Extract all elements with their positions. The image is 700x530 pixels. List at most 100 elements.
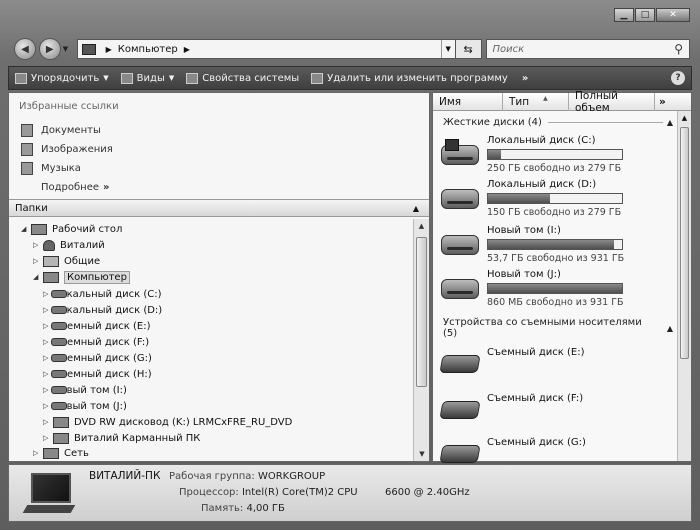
tree-item-drive-j[interactable]: ▷ Новый том (J:) <box>43 398 127 414</box>
favorites-more-label: Подробнее <box>41 182 100 193</box>
tree-item-computer[interactable]: ◢ Компьютер <box>33 269 130 285</box>
chevron-down-icon: ▼ <box>168 74 175 82</box>
scroll-thumb[interactable] <box>416 237 427 387</box>
tree-label: Локальный диск (C:) <box>53 288 162 300</box>
column-type[interactable]: Тип ▲ <box>503 93 569 111</box>
tree-collapsed-icon[interactable]: ▷ <box>33 257 43 265</box>
tree-label: Локальный диск (D:) <box>53 304 163 316</box>
drive-name: Съемный диск (F:) <box>487 393 584 404</box>
drive-item-j[interactable]: Новый том (J:) 860 МБ свободно из 931 ГБ <box>441 269 681 309</box>
favorite-music[interactable]: Музыка <box>21 159 113 178</box>
tree-item-drive-g[interactable]: ▷ Съемный диск (G:) <box>43 350 152 366</box>
drive-usage-bar <box>487 149 623 160</box>
help-icon[interactable]: ? <box>671 71 685 85</box>
search-icon[interactable]: ⚲ <box>674 42 683 56</box>
tree-collapsed-icon[interactable]: ▷ <box>33 241 43 249</box>
tree-item-public[interactable]: ▷ Общие <box>33 253 100 269</box>
search-input[interactable]: Поиск ⚲ <box>485 39 690 59</box>
tree-item-user[interactable]: ▷ Виталий <box>33 237 105 253</box>
maximize-button[interactable]: □ <box>635 8 655 22</box>
scroll-thumb[interactable] <box>680 127 689 359</box>
column-name[interactable]: Имя <box>433 93 503 111</box>
address-bar[interactable]: ▶ Компьютер ▶ ▼ <box>76 39 456 59</box>
breadcrumb-separator-icon[interactable]: ▶ <box>106 45 112 54</box>
tree-label: Съемный диск (G:) <box>53 352 152 364</box>
uninstall-program-button[interactable]: Удалить или изменить программу <box>311 72 508 84</box>
drive-name: Локальный диск (D:) <box>487 179 597 190</box>
group-hard-drives[interactable]: Жесткие диски (4) ▲ <box>443 117 673 128</box>
favorites-more-link[interactable]: Подробнее » <box>41 178 113 197</box>
favorite-pictures[interactable]: Изображения <box>21 140 113 159</box>
content-scrollbar[interactable]: ▲ <box>677 111 691 461</box>
columns-more-button[interactable]: » <box>655 93 675 111</box>
system-drive-icon <box>51 290 67 298</box>
group-divider <box>547 122 663 123</box>
scroll-up-icon[interactable]: ▲ <box>414 219 429 233</box>
tree-item-dvd-k[interactable]: ▷ DVD RW дисковод (K:) LRMCxFRE_RU_DVD <box>43 414 292 430</box>
drive-free-space: 860 МБ свободно из 931 ГБ <box>487 297 624 308</box>
tree-item-desktop[interactable]: ◢ Рабочий стол <box>21 221 122 237</box>
column-total-label: Полный объем <box>575 90 619 114</box>
folders-header[interactable]: Папки ▲ <box>9 199 429 217</box>
chevron-up-icon[interactable]: ▲ <box>667 324 673 333</box>
tree-expanded-icon[interactable]: ◢ <box>33 273 43 281</box>
drive-item-i[interactable]: Новый том (I:) 53,7 ГБ свободно из 931 Г… <box>441 225 681 265</box>
tree-item-drive-c[interactable]: ▷ Локальный диск (C:) <box>43 286 162 302</box>
tree-collapsed-icon[interactable]: ▷ <box>43 434 53 442</box>
navigation-bar: ◀ ▶ ▼ ▶ Компьютер ▶ ▼ ⇆ Поиск ⚲ <box>14 36 690 62</box>
breadcrumb-chevron-icon[interactable]: ▶ <box>184 45 190 54</box>
arrow-right-icon: ▶ <box>45 43 54 55</box>
tree-collapsed-icon[interactable]: ▷ <box>43 418 53 426</box>
column-total-size[interactable]: Полный объем <box>569 90 655 114</box>
tree-item-network[interactable]: ▷ Сеть <box>33 445 89 461</box>
toolbar-more-button[interactable]: » <box>522 73 528 84</box>
documents-icon <box>21 124 33 137</box>
drive-item-d[interactable]: Локальный диск (D:) 150 ГБ свободно из 2… <box>441 179 681 219</box>
tree-expanded-icon[interactable]: ◢ <box>21 225 31 233</box>
tree-label: DVD RW дисковод (K:) LRMCxFRE_RU_DVD <box>74 416 293 428</box>
pocket-pc-icon <box>53 432 69 444</box>
recent-pages-dropdown[interactable]: ▼ <box>63 45 73 53</box>
views-button[interactable]: Виды ▼ <box>120 72 175 84</box>
tree-item-drive-i[interactable]: ▷ Новый том (I:) <box>43 382 127 398</box>
favorite-documents[interactable]: Документы <box>21 121 113 140</box>
removable-drive-icon <box>439 401 481 419</box>
drive-usage-bar <box>487 193 623 204</box>
tree-item-pocket-pc[interactable]: ▷ Виталий Карманный ПК <box>43 430 200 446</box>
dvd-drive-icon <box>53 416 69 428</box>
folder-tree-scrollbar[interactable]: ▲ ▼ <box>413 219 429 461</box>
chevron-up-icon[interactable]: ▲ <box>413 204 419 213</box>
forward-button[interactable]: ▶ <box>38 38 61 60</box>
tree-item-drive-f[interactable]: ▷ Съемный диск (F:) <box>43 334 149 350</box>
system-properties-button[interactable]: Свойства системы <box>186 72 299 84</box>
computer-icon <box>81 43 96 55</box>
drive-usage-bar <box>487 239 623 250</box>
drive-item-c[interactable]: Локальный диск (C:) 250 ГБ свободно из 2… <box>441 135 681 175</box>
close-button[interactable]: ✕ <box>656 8 690 22</box>
chevron-up-icon[interactable]: ▲ <box>667 118 673 127</box>
tree-item-drive-h[interactable]: ▷ Съемный диск (H:) <box>43 366 152 382</box>
removable-item-e[interactable]: Съемный диск (E:) <box>439 347 681 387</box>
details-pane: ВИТАЛИЙ-ПК Рабочая группа: WORKGROUP Про… <box>8 464 692 522</box>
organize-button[interactable]: Упорядочить ▼ <box>15 72 109 84</box>
back-button[interactable]: ◀ <box>14 38 36 60</box>
cpu-model: 6600 @ 2.40GHz <box>385 487 470 498</box>
scroll-down-icon[interactable]: ▼ <box>414 447 430 461</box>
address-dropdown-icon[interactable]: ▼ <box>440 40 455 58</box>
tree-item-drive-e[interactable]: ▷ Съемный диск (E:) <box>43 318 150 334</box>
removable-item-f[interactable]: Съемный диск (F:) <box>439 393 681 433</box>
refresh-button[interactable]: ⇆ <box>455 39 482 59</box>
minimize-button[interactable]: ▁ <box>614 8 634 22</box>
breadcrumb-computer[interactable]: Компьютер <box>118 44 178 55</box>
workgroup-value: WORKGROUP <box>257 471 326 482</box>
tree-collapsed-icon[interactable]: ▷ <box>33 449 43 457</box>
user-folder-icon <box>43 239 55 251</box>
group-removable-devices[interactable]: Устройства со съемными носителями (5) ▲ <box>443 317 673 339</box>
scroll-up-icon[interactable]: ▲ <box>678 111 691 125</box>
hard-drive-icon <box>51 306 67 314</box>
tree-item-drive-d[interactable]: ▷ Локальный диск (D:) <box>43 302 162 318</box>
cpu-value: Intel(R) Core(TM)2 CPU <box>241 487 358 498</box>
group-label: Устройства со съемными носителями (5) <box>443 317 642 339</box>
views-icon <box>120 72 133 84</box>
drive-name: Новый том (I:) <box>487 225 561 236</box>
